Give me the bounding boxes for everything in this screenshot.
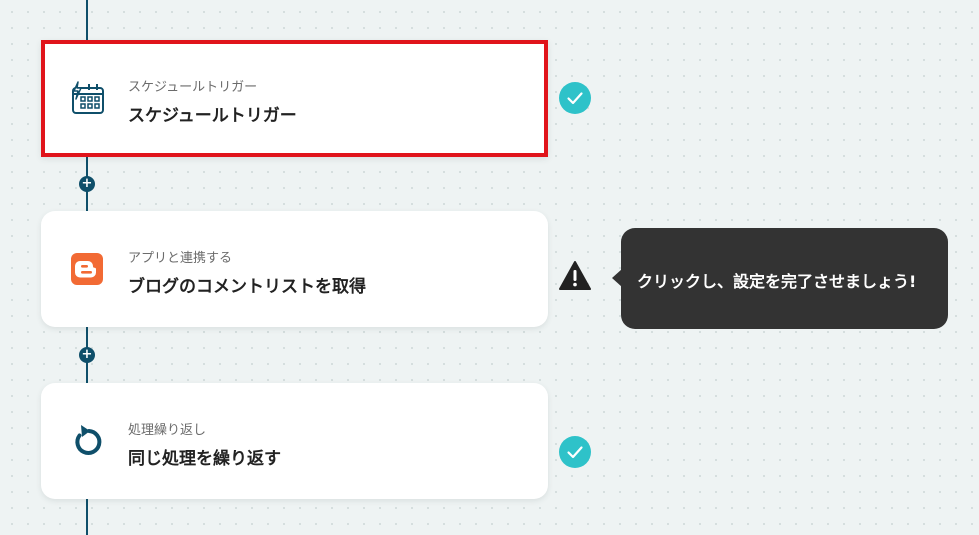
- step-category-label: 処理繰り返し: [128, 423, 207, 438]
- tooltip-text: クリックし、設定を完了させましょう!: [637, 272, 917, 291]
- step-title: スケジュールトリガー: [128, 106, 297, 126]
- flow-step-get-blog-comments[interactable]: アプリと連携する ブログのコメントリストを取得: [41, 211, 548, 327]
- step-title: 同じ処理を繰り返す: [128, 449, 281, 469]
- add-step-button[interactable]: +: [79, 176, 95, 192]
- step-category-label: アプリと連携する: [128, 251, 233, 266]
- step-category-label: スケジュールトリガー: [128, 80, 258, 95]
- setup-hint-tooltip: クリックし、設定を完了させましょう!: [612, 228, 948, 329]
- repeat-icon: [75, 425, 102, 455]
- step-complete-check-icon: [559, 436, 591, 468]
- warning-icon: [559, 261, 591, 290]
- flow-step-schedule-trigger[interactable]: スケジュールトリガー スケジュールトリガー: [41, 40, 548, 157]
- add-step-button[interactable]: +: [79, 347, 95, 363]
- step-title: ブログのコメントリストを取得: [128, 277, 366, 297]
- blogger-icon: [71, 253, 103, 285]
- schedule-calendar-icon: [72, 81, 104, 114]
- flow-step-repeat[interactable]: 処理繰り返し 同じ処理を繰り返す: [41, 383, 548, 499]
- step-complete-check-icon: [559, 82, 591, 114]
